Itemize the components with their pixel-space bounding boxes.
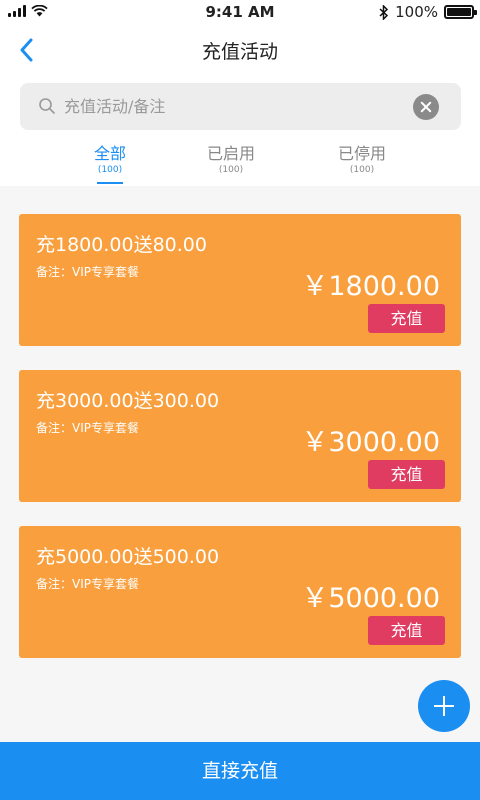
card-note: 备注：VIP专享套餐 — [36, 577, 139, 591]
tab-disabled[interactable]: 已停用 (100) — [302, 144, 422, 176]
card-title: 充3000.00送300.00 — [36, 390, 220, 412]
recharge-button[interactable]: 充值 — [368, 460, 445, 489]
tab-count: (100) — [349, 165, 375, 175]
status-bar: 9:41 AM 100% — [0, 0, 480, 24]
tab-label: 已停用 — [337, 144, 386, 163]
recharge-card[interactable]: 充3000.00送300.00 备注：VIP专享套餐 ￥3000.00 充值 — [19, 370, 461, 502]
recharge-card[interactable]: 充5000.00送500.00 备注：VIP专享套餐 ￥5000.00 充值 — [19, 526, 461, 658]
card-amount: ￥3000.00 — [301, 427, 440, 458]
bluetooth-icon — [379, 4, 389, 20]
battery-percent: 100% — [395, 3, 438, 21]
battery-icon — [444, 5, 477, 19]
page-title: 充值活动 — [201, 41, 278, 63]
recharge-card[interactable]: 充1800.00送80.00 备注：VIP专享套餐 ￥1800.00 充值 — [19, 214, 461, 346]
card-note: 备注：VIP专享套餐 — [36, 421, 139, 435]
add-button[interactable] — [418, 680, 470, 732]
tab-count: (100) — [97, 165, 123, 175]
recharge-button[interactable]: 充值 — [368, 616, 445, 645]
clear-icon[interactable] — [413, 94, 439, 120]
card-note: 备注：VIP专享套餐 — [36, 265, 139, 279]
search-input[interactable] — [64, 83, 404, 130]
card-title: 充5000.00送500.00 — [36, 546, 220, 568]
search-box — [20, 83, 461, 130]
card-amount: ￥1800.00 — [301, 271, 440, 302]
tab-label: 已启用 — [206, 144, 255, 163]
tab-label: 全部 — [93, 144, 126, 163]
search-section — [0, 76, 480, 138]
direct-recharge-button[interactable]: 直接充值 — [0, 742, 480, 800]
card-amount: ￥5000.00 — [301, 583, 440, 614]
status-right: 100% — [379, 3, 477, 21]
tab-active-indicator — [97, 182, 123, 184]
tab-all[interactable]: 全部 (100) — [50, 144, 170, 184]
tab-count: (100) — [218, 165, 244, 175]
recharge-button[interactable]: 充值 — [368, 304, 445, 333]
filter-tabs: 全部 (100) 已启用 (100) 已停用 (100) — [0, 138, 480, 186]
nav-bar: 充值活动 — [0, 24, 480, 76]
tab-enabled[interactable]: 已启用 (100) — [171, 144, 291, 176]
card-title: 充1800.00送80.00 — [36, 234, 207, 256]
search-icon — [39, 98, 55, 114]
